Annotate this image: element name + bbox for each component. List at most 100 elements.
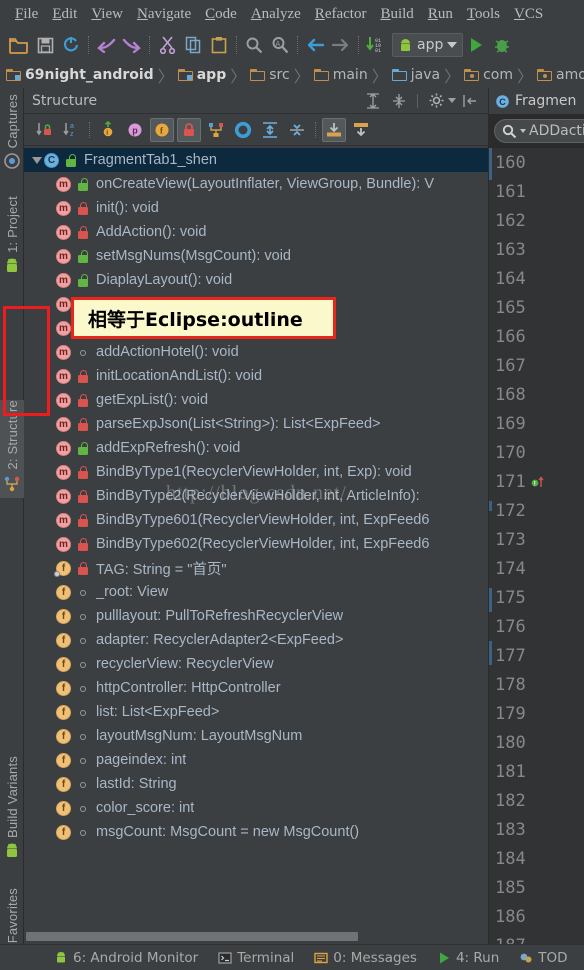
breadcrumb-item-src[interactable]: src (250, 67, 290, 83)
structure-horizontal-scrollbar[interactable] (24, 928, 487, 944)
sort-by-visibility-icon[interactable] (32, 118, 56, 142)
menu-build[interactable]: Build (373, 4, 420, 25)
show-properties-icon[interactable]: p (123, 118, 147, 142)
show-anonymous-classes-icon[interactable] (231, 118, 255, 142)
tree-node-member[interactable]: f msgCount: MsgCount = new MsgCount() (24, 820, 488, 844)
menu-refactor[interactable]: Refactor (308, 4, 374, 25)
chevron-down-icon[interactable] (448, 98, 456, 103)
breadcrumb-item-app[interactable]: app (177, 67, 226, 83)
sidebar-item-build-variants[interactable]: Build Variants (0, 756, 24, 874)
menu-navigate[interactable]: Navigate (130, 4, 198, 25)
show-non-public-icon[interactable] (177, 117, 201, 142)
sidebar-item-project[interactable]: 1: Project (0, 196, 24, 288)
bottom-item-android-monitor[interactable]: 6: Android Monitor (44, 950, 208, 966)
settings-gear-icon[interactable] (424, 89, 448, 113)
tree-node-member[interactable]: f list: List<ExpFeed> (24, 700, 488, 724)
tree-node-member[interactable]: m addActionHotel(): void (24, 340, 488, 364)
sidebar-item-captures[interactable]: Captures (0, 94, 24, 186)
sync-refresh-icon[interactable] (58, 32, 84, 58)
chevron-down-icon[interactable] (520, 129, 526, 133)
breadcrumb-item-java[interactable]: java (391, 67, 440, 83)
group-by-type-icon[interactable] (204, 118, 228, 142)
forward-icon[interactable] (328, 32, 354, 58)
collapse-all-tree-icon[interactable] (285, 118, 309, 142)
scrollbar-thumb[interactable] (26, 931, 358, 941)
tree-node-member[interactable]: m initLocationAndList(): void (24, 364, 488, 388)
method-icon: m (56, 248, 71, 264)
tree-node-member[interactable]: m getExpList(): void (24, 388, 488, 412)
debug-icon[interactable] (489, 32, 515, 58)
tree-node-member[interactable]: m BindByType602(RecyclerViewHolder, int, … (24, 532, 488, 556)
tree-node-member[interactable]: m setMsgNums(MsgCount): void (24, 244, 488, 268)
tree-node-member[interactable]: m onCreateView(LayoutInflater, ViewGroup,… (24, 172, 488, 196)
collapse-all-icon[interactable] (387, 89, 411, 113)
replace-icon[interactable]: A (267, 32, 293, 58)
open-folder-icon[interactable] (6, 32, 32, 58)
overriding-method-icon[interactable]: ! (531, 475, 545, 489)
editor-tab-label[interactable]: Fragmen (515, 93, 576, 109)
cut-icon[interactable] (154, 32, 180, 58)
tree-node-member[interactable]: f TAG: String = "首页" (24, 556, 488, 580)
breadcrumb-item-main[interactable]: main (313, 67, 368, 83)
run-configuration-selector[interactable]: app (392, 33, 464, 57)
tree-node-class[interactable]: C FragmentTab1_shen (24, 148, 488, 172)
bottom-item-todo[interactable]: TOD (509, 950, 577, 966)
tree-node-member[interactable]: m parseExpJson(List<String>): List<ExpFee… (24, 412, 488, 436)
autoscroll-from-source-icon[interactable] (349, 118, 373, 142)
menu-file[interactable]: File (8, 4, 45, 25)
redo-icon[interactable] (119, 32, 145, 58)
sync-gradle-icon[interactable]: 01 10 01 (363, 32, 389, 58)
run-icon[interactable] (463, 32, 489, 58)
bottom-item-messages[interactable]: 0: Messages (304, 950, 427, 966)
tree-node-member[interactable]: f recyclerView: RecyclerView (24, 652, 488, 676)
tree-node-member[interactable]: f layoutMsgNum: LayoutMsgNum (24, 724, 488, 748)
expand-all-tree-icon[interactable] (258, 118, 282, 142)
tree-node-member[interactable]: f color_score: int (24, 796, 488, 820)
menu-edit[interactable]: Edit (45, 4, 84, 25)
back-icon[interactable] (302, 32, 328, 58)
tree-node-member[interactable]: m BindByType1(RecyclerViewHolder, int, Ex… (24, 460, 488, 484)
bottom-item-run[interactable]: 4: Run (427, 950, 509, 966)
menu-vcs[interactable]: VCS (507, 4, 550, 25)
chevron-down-icon[interactable] (447, 42, 458, 48)
expand-all-icon[interactable] (361, 89, 385, 113)
tree-node-member[interactable]: f adapter: RecyclerAdapter2<ExpFeed> (24, 628, 488, 652)
tree-node-member[interactable]: m DiaplayLayout(): void (24, 268, 488, 292)
show-inherited-icon[interactable]: i (96, 118, 120, 142)
menu-tools[interactable]: Tools (460, 4, 507, 25)
tree-node-member[interactable]: m BindByType601(RecyclerViewHolder, int, … (24, 508, 488, 532)
tree-node-member[interactable]: f pulllayout: PullToRefreshRecyclerView (24, 604, 488, 628)
editor-line-row: 170 (489, 438, 584, 467)
show-fields-icon[interactable]: f (150, 117, 174, 142)
tree-node-member[interactable]: m init(): void (24, 196, 488, 220)
tree-node-member[interactable]: f lastId: String (24, 772, 488, 796)
tree-node-member[interactable]: f _root: View (24, 580, 488, 604)
tree-node-member[interactable]: m AddAction(): void (24, 220, 488, 244)
package-icon (537, 69, 552, 81)
public-lock-icon (77, 249, 89, 263)
tree-node-member[interactable]: f pageindex: int (24, 748, 488, 772)
sidebar-item-structure[interactable]: 2: Structure (0, 400, 24, 498)
breadcrumb-item-project[interactable]: 69night_android (6, 67, 154, 83)
bottom-item-terminal[interactable]: Terminal (208, 950, 304, 966)
save-icon[interactable] (32, 32, 58, 58)
hide-panel-icon[interactable] (458, 89, 482, 113)
expand-collapse-arrow[interactable] (30, 156, 44, 164)
find-icon[interactable] (241, 32, 267, 58)
search-input[interactable]: ADDacti (494, 119, 584, 143)
menu-code[interactable]: Code (198, 4, 244, 25)
sort-alphabetically-icon[interactable]: az (59, 118, 83, 142)
breadcrumb-item-amokie[interactable]: amokie (537, 67, 584, 83)
menu-run[interactable]: Run (421, 4, 460, 25)
tree-node-member[interactable]: f httpController: HttpController (24, 676, 488, 700)
breadcrumb-item-com[interactable]: com (464, 67, 513, 83)
undo-icon[interactable] (93, 32, 119, 58)
copy-icon[interactable] (180, 32, 206, 58)
tree-node-member[interactable]: m addExpRefresh(): void (24, 436, 488, 460)
menu-view[interactable]: View (84, 4, 130, 25)
tree-node-member[interactable]: m BindByType2(RecyclerViewHolder, int, Ar… (24, 484, 488, 508)
menu-analyze[interactable]: Analyze (244, 4, 308, 25)
paste-icon[interactable] (206, 32, 232, 58)
autoscroll-to-source-icon[interactable] (322, 117, 346, 142)
structure-tree[interactable]: C FragmentTab1_shen m onCreateView(LayoutIn… (24, 148, 488, 934)
